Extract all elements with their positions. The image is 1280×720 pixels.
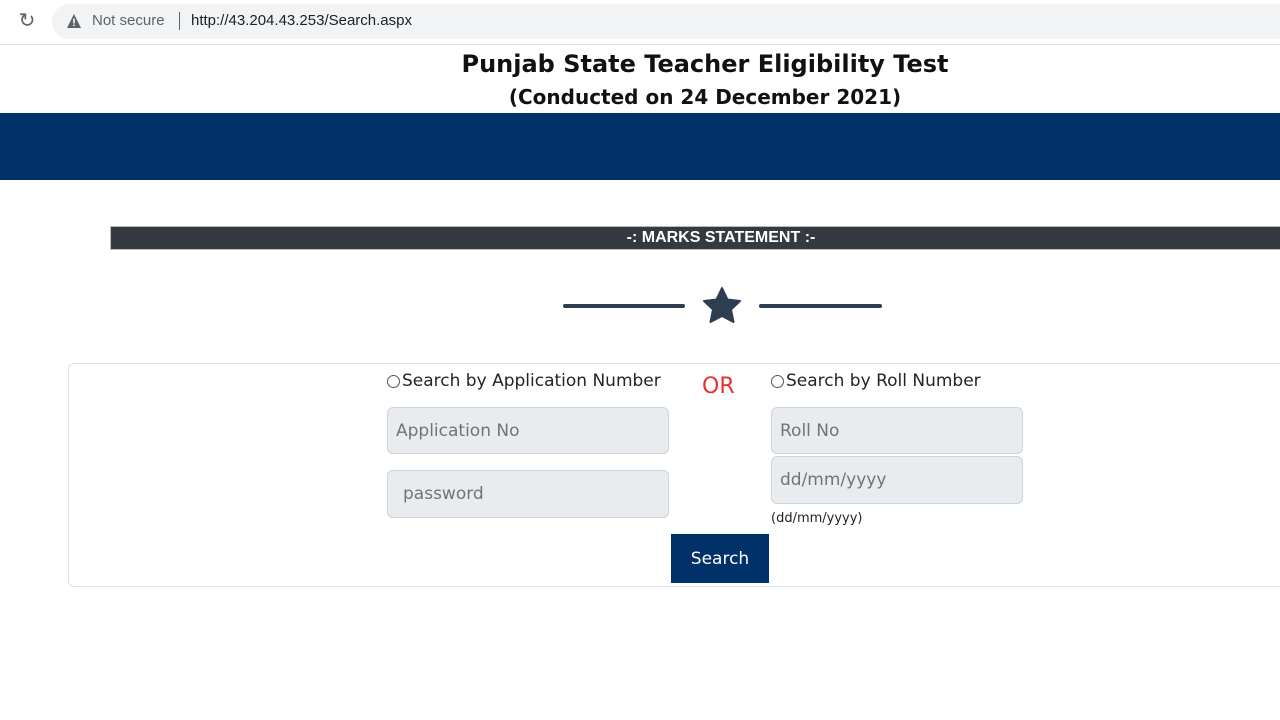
radio-application-label: Search by Application Number <box>402 371 661 391</box>
dob-format-hint: (dd/mm/yyyy) <box>771 511 863 526</box>
search-button[interactable]: Search <box>671 534 769 583</box>
password-placeholder: password <box>403 484 484 504</box>
radio-roll-label: Search by Roll Number <box>786 371 981 391</box>
radio-application-number[interactable]: Search by Application Number <box>387 371 661 391</box>
radio-button[interactable] <box>387 374 400 388</box>
radio-roll-number[interactable]: Search by Roll Number <box>771 371 981 391</box>
reload-icon[interactable]: ↻ <box>16 9 38 31</box>
roll-no-input[interactable]: Roll No <box>771 407 1023 454</box>
address-bar[interactable]: Not secure http://43.204.43.253/Search.a… <box>52 4 1280 39</box>
roll-no-placeholder: Roll No <box>780 420 840 441</box>
url-text[interactable]: http://43.204.43.253/Search.aspx <box>191 12 412 29</box>
password-input[interactable]: password <box>387 470 669 518</box>
security-status[interactable]: Not secure <box>92 12 165 29</box>
page-subtitle: (Conducted on 24 December 2021) <box>508 85 902 109</box>
application-no-input[interactable]: Application No <box>387 407 669 454</box>
star-divider <box>563 287 882 323</box>
or-separator: OR <box>702 374 735 399</box>
browser-toolbar: ↻ Not secure http://43.204.43.253/Search… <box>0 0 1280 45</box>
separator <box>179 12 180 30</box>
radio-button[interactable] <box>771 374 784 388</box>
warning-triangle-icon <box>67 14 81 28</box>
dob-placeholder: dd/mm/yyyy <box>780 470 887 490</box>
page-title: Punjab State Teacher Eligibility Test <box>461 50 949 78</box>
header-banner <box>0 113 1280 180</box>
application-no-placeholder: Application No <box>396 420 520 441</box>
star-icon <box>703 287 741 323</box>
section-heading-bar: -: MARKS STATEMENT :- <box>110 226 1280 250</box>
dob-input[interactable]: dd/mm/yyyy <box>771 456 1023 504</box>
section-heading: -: MARKS STATEMENT :- <box>626 229 816 246</box>
